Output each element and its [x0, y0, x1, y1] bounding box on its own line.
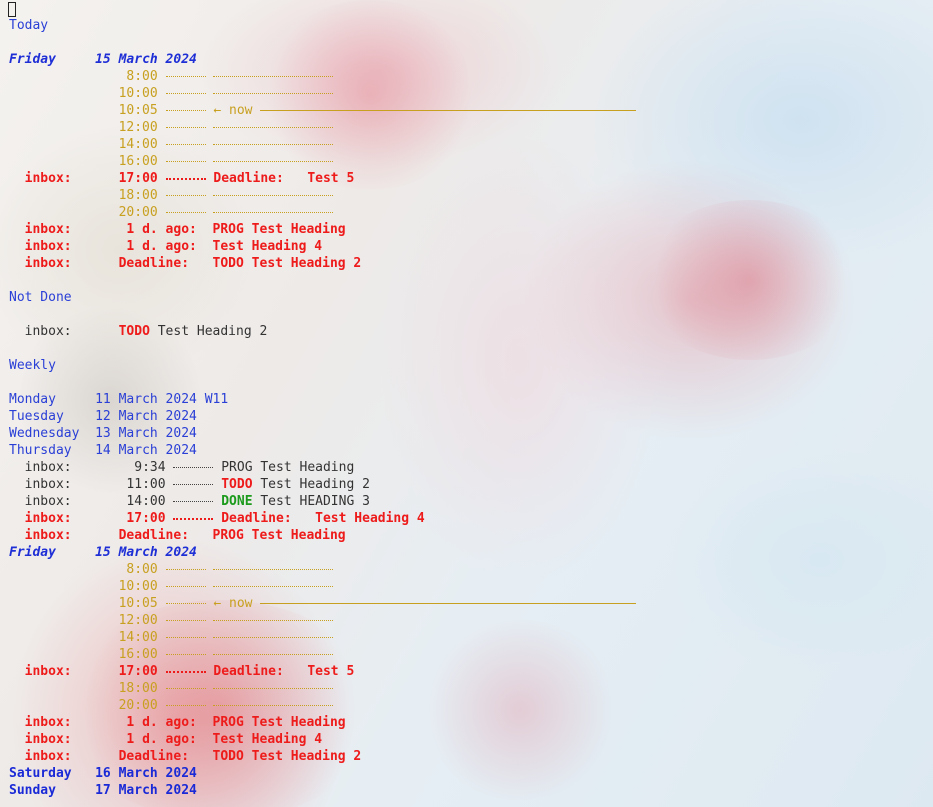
time-grid-row: 8:00 [9, 561, 636, 578]
week-day-line: Thursday 14 March 2024 [9, 443, 197, 458]
time-grid-row: 16:00 [9, 153, 636, 170]
agenda-entry[interactable]: inbox: 17:00 Deadline: Test Heading 4 [9, 510, 636, 527]
now-label: ← now [213, 103, 253, 118]
day-name: Friday [9, 52, 56, 67]
time-grid-row: 20:00 [9, 204, 636, 221]
week-number: W11 [204, 392, 229, 407]
time-grid-row: 12:00 [9, 119, 636, 136]
time-grid-row: 14:00 [9, 136, 636, 153]
agenda-entry[interactable]: inbox: Deadline: TODO Test Heading 2 [9, 255, 636, 272]
agenda-entry[interactable]: inbox: 17:00 Deadline: Test 5 [9, 663, 636, 680]
agenda-entry[interactable]: inbox: 11:00 TODO Test Heading 2 [9, 476, 636, 493]
agenda-entry[interactable]: inbox: 1 d. ago: Test Heading 4 [9, 238, 636, 255]
time-grid-row: 18:00 [9, 680, 636, 697]
section-header-not-done: Not Done [9, 290, 72, 305]
day-date: 15 March 2024 [95, 52, 197, 67]
week-day-line: Tuesday 12 March 2024 [9, 409, 197, 424]
agenda-entry[interactable]: inbox: 14:00 DONE Test HEADING 3 [9, 493, 636, 510]
agenda-entry[interactable]: inbox: 17:00 Deadline: Test 5 [9, 170, 636, 187]
time-grid-row: 20:00 [9, 697, 636, 714]
agenda-entry[interactable]: inbox: 1 d. ago: PROG Test Heading [9, 714, 636, 731]
time-grid-row: 14:00 [9, 629, 636, 646]
agenda-entry[interactable]: inbox: TODO Test Heading 2 [9, 323, 636, 340]
agenda-entry[interactable]: inbox: Deadline: PROG Test Heading [9, 527, 636, 544]
agenda-entry[interactable]: inbox: 9:34 PROG Test Heading [9, 459, 636, 476]
time-grid-row: 10:00 [9, 578, 636, 595]
time-grid-row: 18:00 [9, 187, 636, 204]
week-day-line-today: Friday 15 March 2024 [9, 545, 197, 560]
time-grid-row: 10:00 [9, 85, 636, 102]
week-day-line: Saturday 16 March 2024 [9, 766, 197, 781]
time-grid-row: 8:00 [9, 68, 636, 85]
org-agenda-view[interactable]: Today Friday 15 March 2024 8:00 10:00 10… [9, 17, 637, 799]
time-grid-row: 12:00 [9, 612, 636, 629]
agenda-entry[interactable]: inbox: 1 d. ago: PROG Test Heading [9, 221, 636, 238]
now-marker-row: 10:05 ← now [9, 102, 637, 119]
section-header-today: Today [9, 18, 49, 33]
week-day-line: Sunday 17 March 2024 [9, 783, 197, 798]
terminal-cursor [8, 2, 16, 17]
time-grid-row: 16:00 [9, 646, 636, 663]
section-header-weekly: Weekly [9, 358, 56, 373]
week-day-line: Wednesday 13 March 2024 [9, 426, 197, 441]
now-marker-row: 10:05 ← now [9, 595, 637, 612]
today-date-line: Friday 15 March 2024 [9, 51, 636, 68]
agenda-entry[interactable]: inbox: 1 d. ago: Test Heading 4 [9, 731, 636, 748]
agenda-entry[interactable]: inbox: Deadline: TODO Test Heading 2 [9, 748, 636, 765]
week-day-line: Monday 11 March 2024 W11 [9, 392, 229, 407]
